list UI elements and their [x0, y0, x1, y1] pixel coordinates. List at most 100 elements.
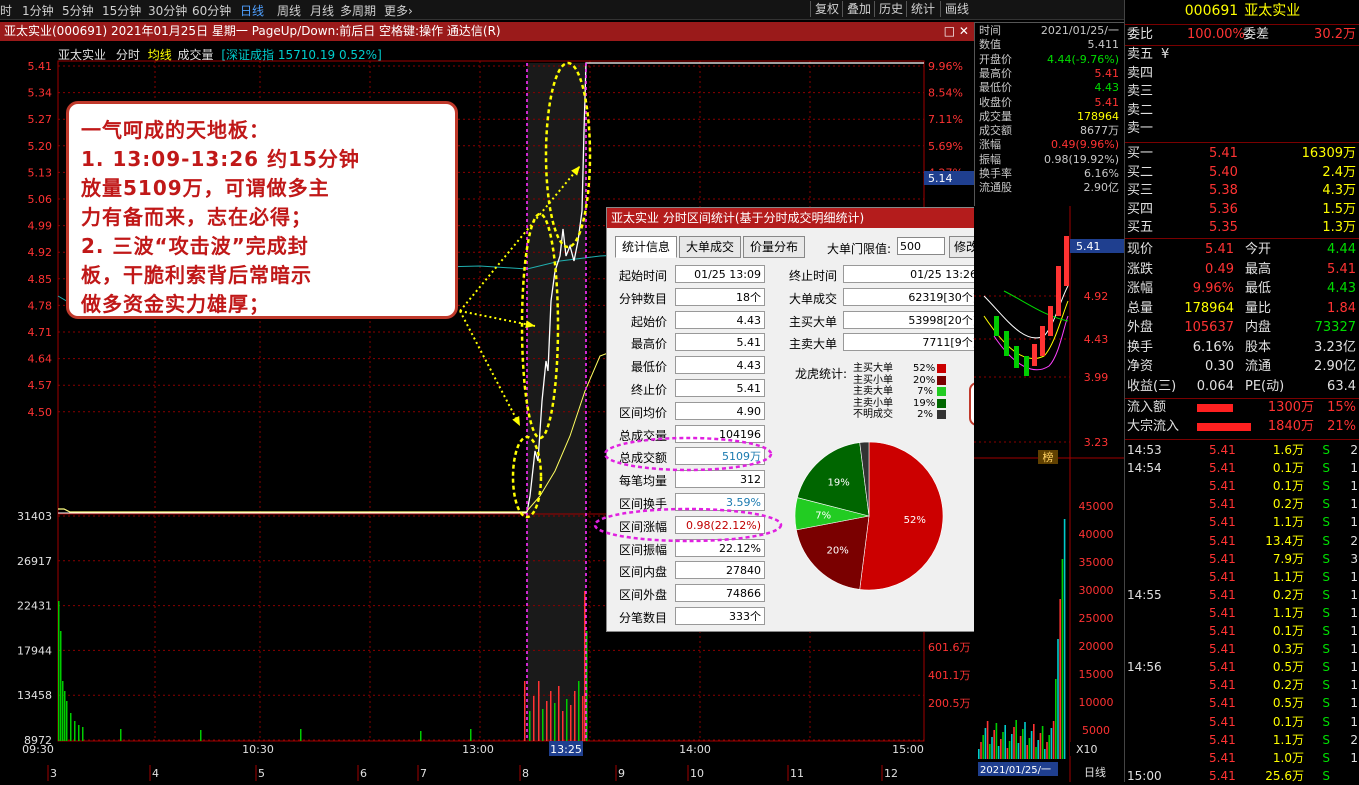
buy-label-4: 买五 — [1127, 220, 1154, 235]
pie-legend-pct-2: 7% — [917, 386, 933, 397]
tick-side-8: S — [1322, 587, 1330, 602]
period-9[interactable]: 多周期 — [340, 2, 376, 19]
tab-price-volume[interactable]: 价量分布 — [743, 236, 805, 258]
volume-bar — [300, 729, 302, 741]
stat-right-label-0: 终止时间 — [788, 269, 837, 283]
annotation-line-2: 放量5109万，可谓做多主 — [81, 176, 330, 200]
buy-row-1[interactable]: 买二 5.40 2.4万 — [1125, 164, 1359, 182]
buy-label-3: 买四 — [1127, 201, 1154, 217]
threshold-input[interactable] — [897, 237, 945, 255]
stat-value-0: 01/25 13:09 — [675, 265, 765, 283]
period-7[interactable]: 周线 — [277, 2, 301, 19]
period-8[interactable]: 月线 — [310, 2, 334, 19]
legend-vol: 成交量 — [177, 48, 214, 62]
kline-vol-bar — [995, 723, 998, 759]
kline-vol-bar — [997, 746, 1000, 759]
tick-side-17: S — [1322, 750, 1330, 765]
mini-label-3: 最高价 — [979, 66, 1012, 80]
legend-stock-name: 亚太实业 — [58, 48, 107, 62]
time-tick-0: 09:30 — [22, 743, 54, 756]
flow-value-0: 1300万 — [1267, 400, 1314, 415]
tick-vol-12: 0.5万 — [1272, 660, 1304, 675]
period-3[interactable]: 15分钟 — [102, 2, 141, 19]
time-tick-3: 14:00 — [679, 743, 711, 756]
legend-index: [深证成指 15710.19 0.52%] — [221, 48, 382, 62]
mini-value-4: 4.43 — [1094, 81, 1120, 95]
arrow-0 — [459, 310, 521, 427]
toolbar-button-3[interactable]: 统计 — [906, 1, 939, 17]
price-tick-1: 5.34 — [28, 87, 53, 100]
kline-vol-tick-0: 45000 — [1079, 500, 1114, 513]
volume-tick-0: 31403 — [17, 510, 52, 523]
kline-vol-bar — [1006, 748, 1009, 759]
time-tick-1: 10:30 — [242, 743, 274, 756]
stat-label-12: 区间振幅 — [618, 542, 667, 557]
price-tick-4: 5.13 — [28, 166, 53, 179]
stat-label-6: 区间均价 — [618, 405, 667, 420]
tick-side-4: S — [1322, 515, 1330, 530]
kline-price-tick-0: 4.92 — [1084, 290, 1109, 303]
tick-time-1: 14:54 — [1127, 461, 1162, 476]
tab-stats-info[interactable]: 统计信息 — [615, 236, 677, 258]
pie-legend-swatch-3 — [937, 398, 946, 408]
mini-label-5: 收盘价 — [979, 95, 1012, 109]
weibi-row: 委比 100.00% 委差 30.2万 — [1125, 26, 1359, 44]
tick-side-15: S — [1322, 714, 1330, 729]
period-6[interactable]: 日线 — [240, 2, 264, 19]
tick-row-3: 5.41 0.2万 S 1 — [1125, 495, 1359, 513]
tick-vol-15: 0.1万 — [1272, 714, 1304, 729]
tick-vol-18: 25.6万 — [1265, 768, 1304, 783]
tick-count-14: 1 — [1350, 696, 1358, 711]
stat-value-13: 27840 — [675, 561, 765, 580]
flow-pct-0: 15% — [1327, 400, 1356, 415]
daily-kline-chart[interactable]: 4.92 4.43 3.99 3.23 45000 40000 35000 30000 2500… — [974, 206, 1124, 782]
highlight-marks — [593, 436, 783, 543]
kline-vol-bar — [1048, 735, 1050, 759]
period-2[interactable]: 5分钟 — [62, 2, 94, 19]
period-1[interactable]: 1分钟 — [22, 2, 54, 19]
volume-bar — [546, 701, 548, 741]
buy-row-4[interactable]: 买五 5.35 1.3万 — [1125, 219, 1359, 237]
kline-candle-5 — [1040, 326, 1045, 356]
mini-label-7: 成交额 — [979, 124, 1012, 138]
stat-l1-0: 现价 — [1127, 242, 1154, 257]
toolbar-button-2[interactable]: 历史 — [874, 1, 907, 17]
period-0[interactable]: 时 — [0, 2, 12, 19]
tab-large-orders[interactable]: 大单成交 — [679, 236, 741, 258]
period-10[interactable]: 更多› — [384, 2, 413, 19]
stat-v2-7: 63.4 — [1327, 378, 1356, 394]
volume-bar — [74, 721, 76, 741]
kline-candle-8 — [1064, 236, 1069, 286]
pie-legend-name-4: 不明成交 — [853, 409, 893, 420]
window-controls[interactable]: □ ✕ — [944, 22, 969, 41]
mini-value-2: 4.44(-9.76%) — [1047, 52, 1119, 66]
buy-row-0[interactable]: 买一 5.41 16309万 — [1125, 145, 1359, 163]
pie-legend-swatch-1 — [937, 375, 946, 385]
kline-vol-tick-2: 35000 — [1079, 556, 1114, 569]
tick-time-12: 14:56 — [1127, 660, 1162, 675]
kline-vol-bar — [1022, 729, 1024, 759]
tick-side-9: S — [1322, 605, 1330, 620]
period-5[interactable]: 60分钟 — [192, 2, 231, 19]
toolbar-button-0[interactable]: 复权 — [810, 1, 843, 17]
mini-row-3: 最高价 5.41 — [975, 66, 1123, 80]
stat-label-5: 终止价 — [630, 383, 667, 397]
toolbar-button-1[interactable]: 叠加 — [842, 1, 875, 17]
buy-vol-4: 1.3万 — [1322, 220, 1356, 235]
tick-price-4: 5.41 — [1209, 515, 1236, 530]
period-4[interactable]: 30分钟 — [148, 2, 187, 19]
pie-legend-pct-3: 19% — [913, 397, 936, 409]
volume-bar — [420, 731, 422, 741]
buy-row-3[interactable]: 买四 5.36 1.5万 — [1125, 201, 1359, 219]
toolbar-button-4[interactable]: 画线 — [940, 1, 973, 17]
buy-row-2[interactable]: 买三 5.38 4.3万 — [1125, 182, 1359, 200]
stat-right-value-0: 01/25 13:26 — [843, 265, 981, 283]
kline-vol-bar — [1002, 732, 1004, 759]
tick-side-7: S — [1322, 569, 1330, 584]
price-tick-8: 4.85 — [28, 273, 53, 286]
pie-label-0: 52% — [904, 515, 926, 526]
volume-bar — [58, 601, 60, 741]
mini-row-1: 数值 5.411 — [975, 39, 1123, 51]
stat-value-1: 18个 — [675, 287, 765, 306]
dialog-title: 亚太实业 分时区间统计(基于分时成交明细统计) — [611, 211, 865, 225]
